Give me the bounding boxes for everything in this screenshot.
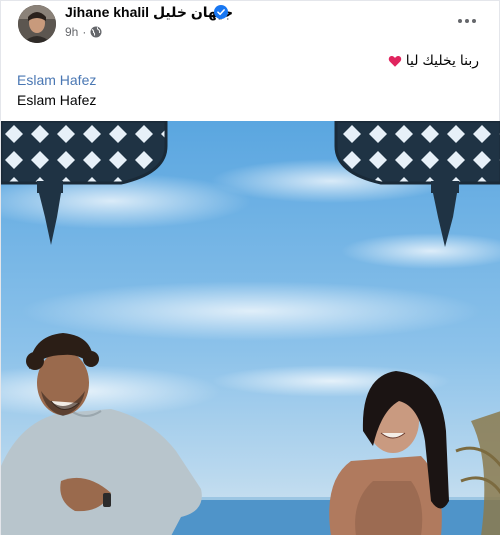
post-header: Jihane khalil جيهان خليل 9h · [1, 1, 500, 45]
post-timestamp[interactable]: 9h [65, 25, 78, 39]
post-meta: 9h · [65, 25, 102, 39]
caption-text: ربنا يخليك ليا [405, 52, 479, 68]
heart-icon [388, 55, 401, 67]
facebook-post: Jihane khalil جيهان خليل 9h · ربنا يخليك… [0, 0, 500, 535]
more-options-icon[interactable] [457, 13, 477, 29]
globe-icon[interactable] [90, 26, 102, 38]
meta-separator: · [82, 25, 87, 39]
author-name[interactable]: Jihane khalil جيهان خليل [65, 4, 233, 21]
post-caption: ربنا يخليك ليا [388, 52, 479, 69]
author-avatar[interactable] [18, 5, 56, 43]
tagged-person-link[interactable]: Eslam Hafez [17, 72, 96, 88]
tagged-person-text: Eslam Hafez [17, 92, 97, 108]
post-photo[interactable] [1, 121, 500, 535]
verified-badge-icon [214, 5, 228, 19]
